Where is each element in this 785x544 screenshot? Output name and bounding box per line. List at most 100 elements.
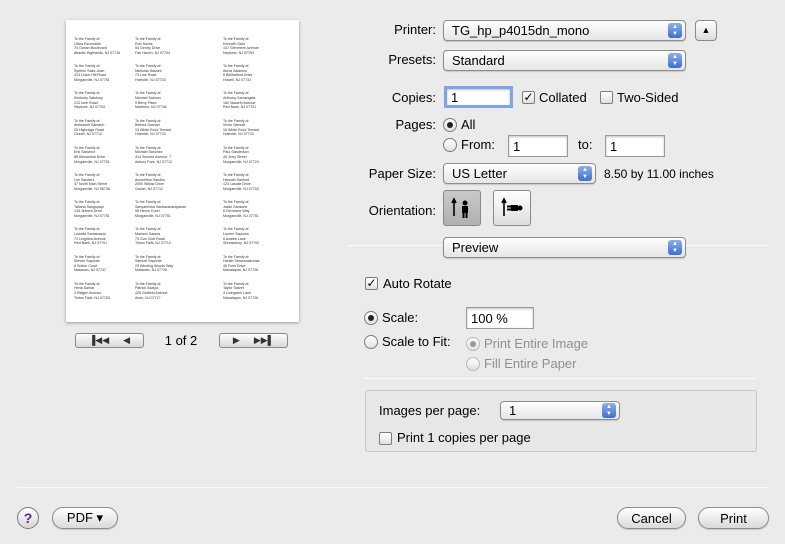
pages-from-label: From: bbox=[461, 137, 495, 152]
pages-from-radio[interactable] bbox=[443, 138, 457, 152]
popup-arrows-icon: ▲ ▼ bbox=[668, 23, 682, 38]
preview-address-label: To the Family of: Lauren Saporsa 6 Azale… bbox=[223, 227, 260, 246]
popup-arrows-icon: ▲ ▼ bbox=[602, 403, 616, 418]
pages-from-field[interactable]: 1 bbox=[508, 135, 568, 157]
cancel-button[interactable]: Cancel bbox=[617, 507, 686, 529]
preview-address-label: To the Family of: Steven Saponte 6 Sutto… bbox=[74, 254, 106, 273]
scale-label: Scale: bbox=[382, 310, 419, 325]
scale-to-fit-label: Scale to Fit: bbox=[382, 334, 451, 349]
checkmark-icon: ✓ bbox=[366, 276, 377, 290]
pdf-menu-button[interactable]: PDF ▾ bbox=[52, 507, 118, 529]
preview-address-label: To the Family of: Victor Samuel 16 White… bbox=[223, 118, 260, 137]
print-preview-page: To the Family of: Olivia Escondido 74 Oc… bbox=[66, 20, 299, 322]
preview-address-label: To the Family of: Jaslin Sansone 6 Demes… bbox=[223, 200, 259, 218]
preview-address-label: To the Family of: Paul Sanderson 45 Jerr… bbox=[223, 145, 259, 164]
printer-label: Printer: bbox=[394, 22, 436, 37]
last-page-icon[interactable]: ▶▶▌ bbox=[254, 335, 274, 346]
preview-address-label: To the Family of: Syeben Saint-Jean 413 … bbox=[74, 64, 110, 82]
presets-value: Standard bbox=[452, 53, 505, 68]
two-sided-checkbox[interactable] bbox=[600, 91, 613, 104]
auto-rotate-label: Auto Rotate bbox=[383, 276, 452, 291]
collated-label: Collated bbox=[539, 90, 587, 105]
paper-dimensions: 8.50 by 11.00 inches bbox=[604, 167, 714, 181]
panel-value: Preview bbox=[452, 240, 499, 255]
auto-rotate-checkbox[interactable]: ✓ bbox=[365, 277, 378, 290]
pages-to-label: to: bbox=[578, 137, 593, 152]
preview-address-label: To the Family of: Hena Sarkar 3 Ridgen A… bbox=[74, 281, 110, 300]
preview-address-label: To the Family of: Alexa Salamon 8 Bellba… bbox=[223, 64, 253, 82]
preview-address-label: To the Family of: Taylor Satzer 4 Living… bbox=[223, 281, 259, 300]
panel-popup[interactable]: Preview ▲ ▼ bbox=[443, 237, 686, 258]
print-entire-image-radio[interactable] bbox=[466, 337, 480, 351]
preview-address-label: To the Family of: Samuel Saponte 29 Wind… bbox=[135, 254, 174, 273]
paper-size-popup[interactable]: US Letter ▲ ▼ bbox=[443, 163, 596, 184]
preview-first-prev-buttons[interactable]: ▐◀◀ ◀ bbox=[75, 333, 144, 348]
preview-address-label: To the Family of: Tatiana Sangupapi 145 … bbox=[74, 200, 110, 218]
scale-field[interactable]: 100 % bbox=[466, 307, 534, 329]
images-per-page-label: Images per page: bbox=[379, 403, 481, 418]
page-indicator: 1 of 2 bbox=[164, 333, 198, 348]
orientation-label: Orientation: bbox=[368, 203, 436, 218]
pages-all-label: All bbox=[461, 117, 476, 132]
preview-address-label: To the Family of: Patrick Saalya 428 Gar… bbox=[135, 281, 168, 300]
popup-arrows-icon: ▲ ▼ bbox=[668, 240, 682, 255]
preview-address-label: To the Family of: Anthony Samangela 182 … bbox=[223, 91, 257, 110]
scale-to-fit-radio[interactable] bbox=[364, 335, 378, 349]
fill-entire-paper-radio[interactable] bbox=[466, 357, 480, 371]
print-copies-per-page-label: Print 1 copies per page bbox=[397, 430, 531, 445]
pages-to-field[interactable]: 1 bbox=[605, 135, 665, 157]
print-copies-per-page-checkbox[interactable] bbox=[379, 432, 392, 445]
images-per-page-value: 1 bbox=[509, 403, 517, 418]
preview-address-label: To the Family of: Lee Sanders 47 North M… bbox=[74, 173, 110, 191]
preview-address-label: To the Family of: Michael Salmon 9 Berry… bbox=[135, 91, 167, 110]
preview-address-label: To the Family of: Lowelld Santamaria 74 … bbox=[74, 227, 108, 246]
preview-address-label: To the Family of: Michael Sanchez 414 Se… bbox=[135, 145, 172, 164]
popup-arrows-icon: ▲ ▼ bbox=[668, 53, 682, 68]
preview-address-label: To the Family of: Hannah Sanford 123 Las… bbox=[223, 173, 259, 191]
preview-address-label: To the Family of: Bethea Samuel 13 White… bbox=[135, 118, 172, 137]
preview-address-label: To the Family of: Kimberly Salsbury 213 … bbox=[74, 91, 105, 110]
preview-address-label: To the Family of: Rob Sachs 54 Gentry Dr… bbox=[135, 37, 170, 55]
popup-arrows-icon: ▲ ▼ bbox=[578, 166, 592, 181]
preview-address-label: To the Family of: Aleksandr Samarin 25 H… bbox=[74, 118, 105, 137]
two-sided-label: Two-Sided bbox=[617, 90, 679, 105]
printer-value: TG_hp_p4015dn_mono bbox=[452, 23, 590, 38]
collated-checkbox[interactable]: ✓ bbox=[522, 91, 535, 104]
next-page-icon[interactable]: ▶ bbox=[233, 335, 240, 346]
scale-radio[interactable] bbox=[364, 311, 378, 325]
paper-size-value: US Letter bbox=[452, 166, 507, 181]
first-page-icon[interactable]: ▐◀◀ bbox=[89, 335, 109, 346]
pages-all-radio[interactable] bbox=[443, 118, 457, 132]
presets-label: Presets: bbox=[388, 52, 436, 67]
preview-next-last-buttons[interactable]: ▶ ▶▶▌ bbox=[219, 333, 288, 348]
help-button[interactable]: ? bbox=[17, 507, 39, 529]
preview-address-label: To the Family of: Kenneth Sahr 107 Glenm… bbox=[223, 37, 259, 55]
preview-address-label: To the Family of: Olivia Escondido 74 Oc… bbox=[74, 37, 121, 55]
pages-label: Pages: bbox=[395, 117, 436, 132]
portrait-person-icon bbox=[451, 197, 468, 218]
copies-field[interactable]: 1 bbox=[444, 86, 513, 108]
checkmark-icon: ✓ bbox=[523, 90, 534, 104]
presets-popup[interactable]: Standard ▲ ▼ bbox=[443, 50, 686, 71]
landscape-person-icon bbox=[501, 197, 523, 216]
preview-address-label: To the Family of: Annsellina Sandhu 2000… bbox=[135, 173, 165, 191]
preview-address-label: To the Family of: Erik Sanchez 86 Alexan… bbox=[74, 145, 110, 164]
paper-size-label: Paper Size: bbox=[368, 166, 436, 181]
preview-address-label: To the Family of: Nicholas Sassen 73 Lin… bbox=[135, 64, 166, 82]
prev-page-icon[interactable]: ◀ bbox=[123, 335, 130, 346]
footer-separator bbox=[17, 487, 769, 488]
scale-separator bbox=[364, 378, 757, 379]
images-per-page-popup[interactable]: 1 ▲ ▼ bbox=[500, 401, 620, 420]
disclosure-triangle-icon: ▲ bbox=[701, 25, 711, 35]
preview-address-label: To the Family of: Harish Saravanakumar 4… bbox=[223, 254, 260, 273]
preview-address-label: To the Family of: Sanyaminha Sankaranara… bbox=[135, 200, 187, 218]
preview-address-label: To the Family of: Mariano Santos 73 Gun … bbox=[135, 227, 171, 246]
print-entire-image-label: Print Entire Image bbox=[484, 336, 589, 351]
disclosure-button[interactable]: ▲ bbox=[695, 20, 717, 41]
landscape-orientation-button[interactable] bbox=[493, 190, 531, 226]
print-button[interactable]: Print bbox=[698, 507, 769, 529]
copies-label: Copies: bbox=[391, 90, 436, 105]
portrait-orientation-button[interactable] bbox=[443, 190, 481, 226]
printer-popup[interactable]: TG_hp_p4015dn_mono ▲ ▼ bbox=[443, 20, 686, 41]
fill-entire-paper-label: Fill Entire Paper bbox=[484, 356, 577, 371]
